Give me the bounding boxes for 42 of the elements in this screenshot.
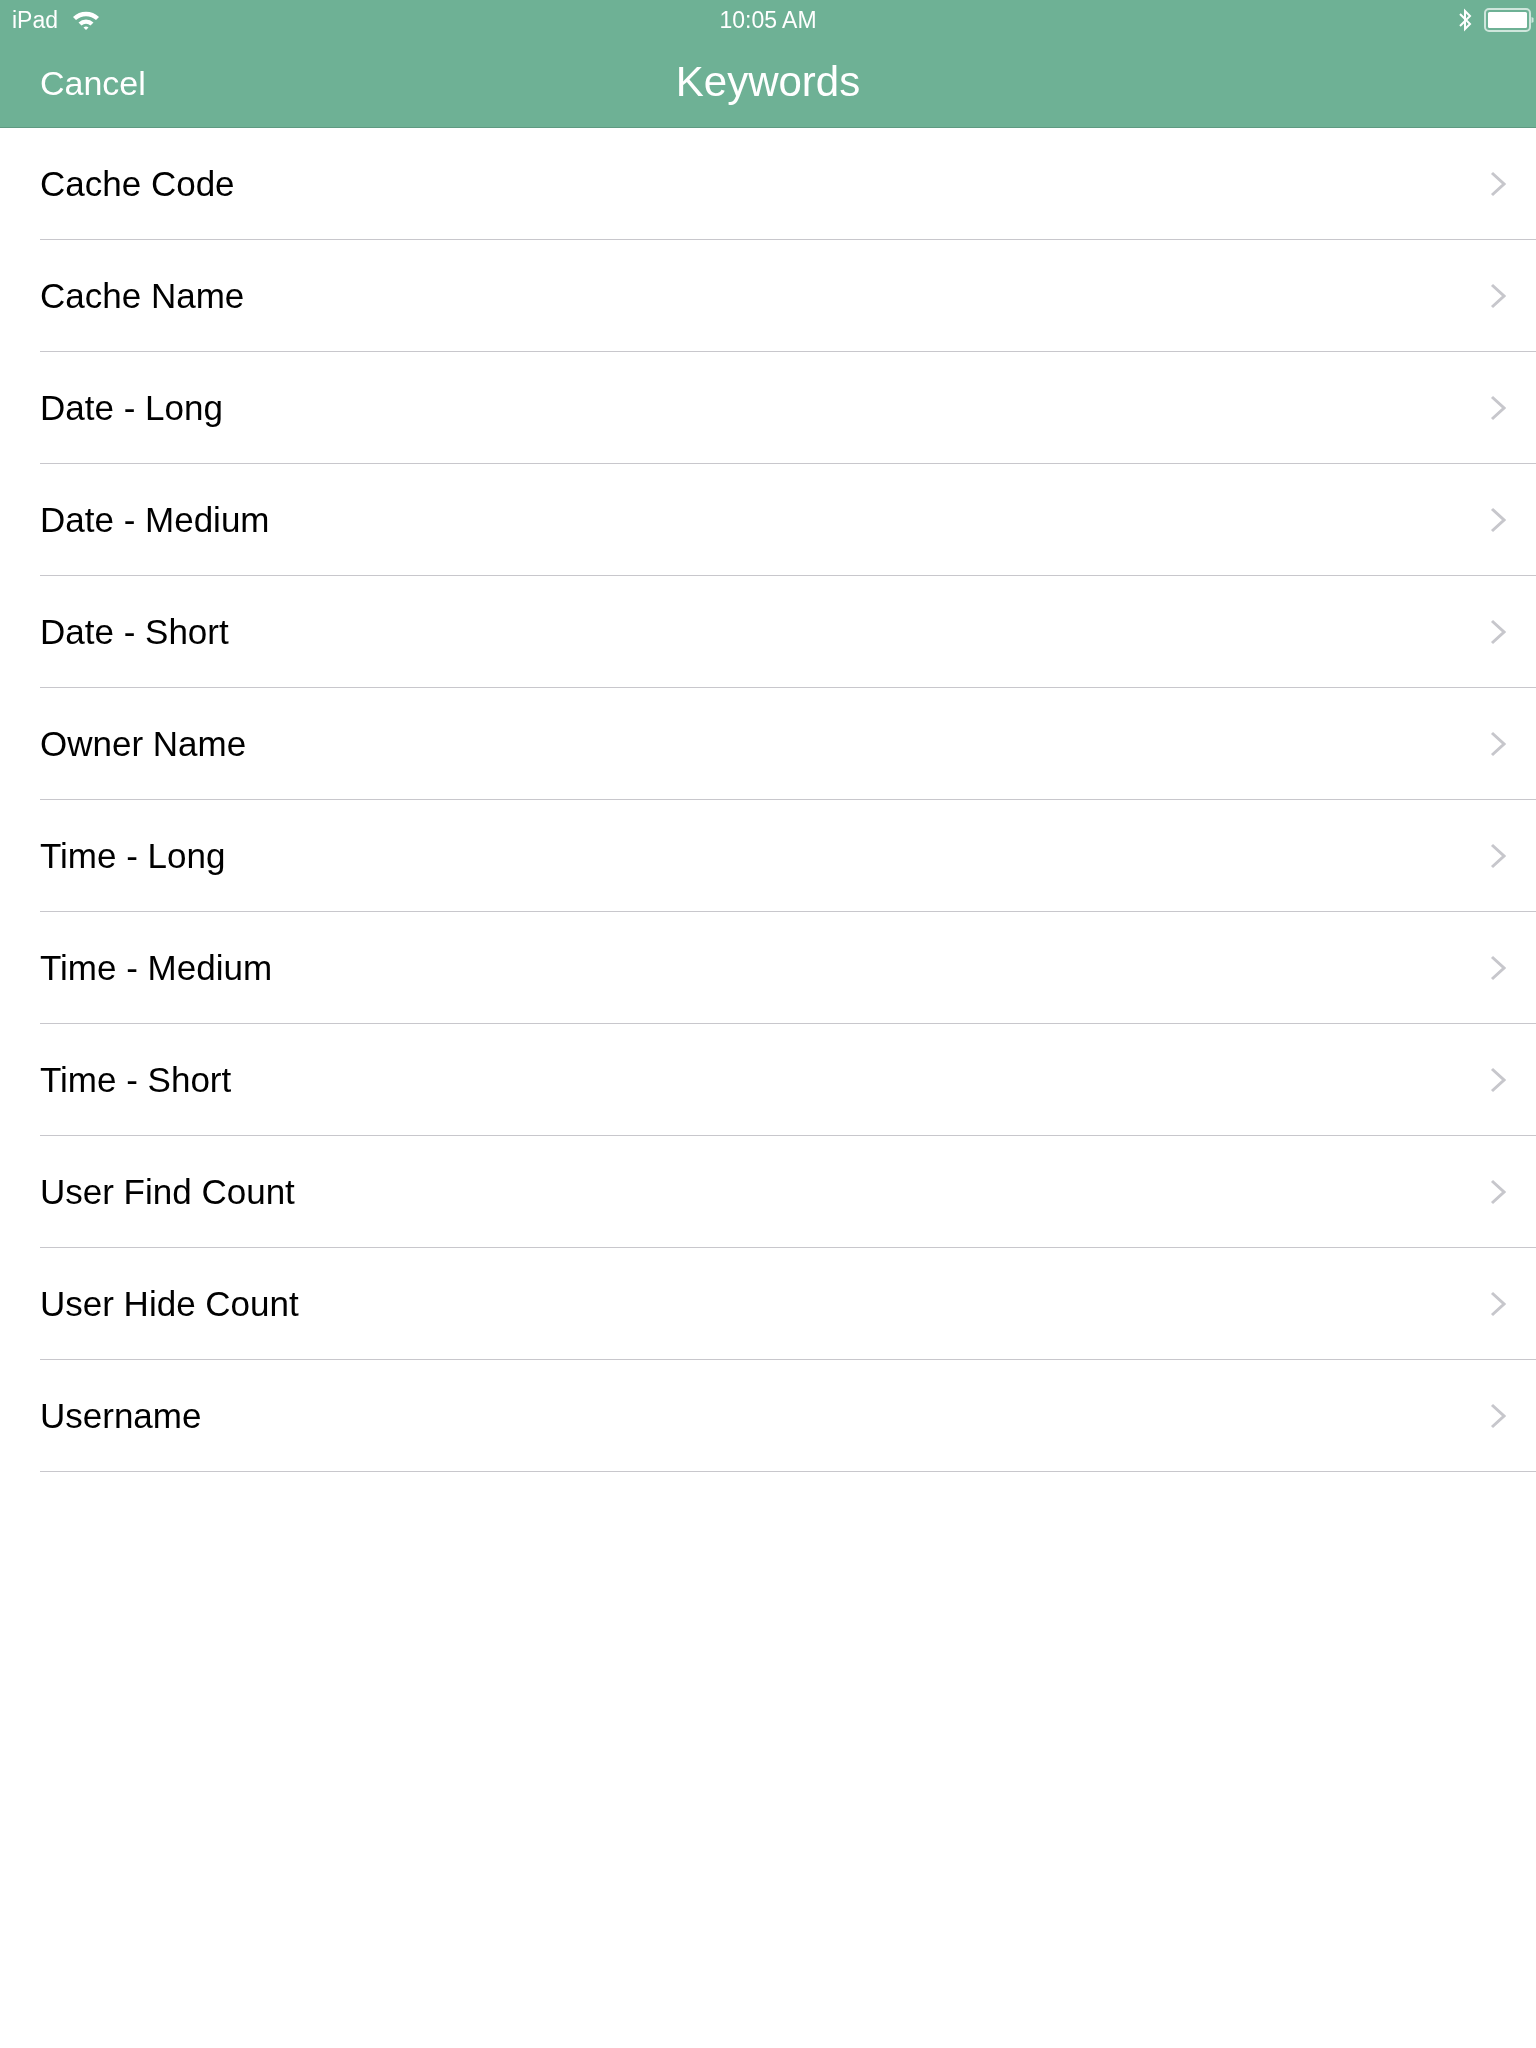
- page-title: Keywords: [675, 57, 861, 106]
- keyword-list-item[interactable]: Cache Code: [40, 128, 1536, 240]
- wifi-icon: [72, 10, 101, 30]
- keyword-label: Date - Long: [40, 387, 223, 428]
- keyword-label: User Hide Count: [40, 1283, 299, 1324]
- status-time: 10:05 AM: [719, 6, 817, 34]
- keyword-label: Date - Medium: [40, 499, 270, 540]
- keyword-list-item[interactable]: Date - Short: [40, 576, 1536, 688]
- keyword-list-item[interactable]: Owner Name: [40, 688, 1536, 800]
- chevron-right-icon: [1490, 954, 1506, 981]
- keyword-label: Date - Short: [40, 611, 229, 652]
- chevron-right-icon: [1490, 618, 1506, 645]
- keyword-list-item[interactable]: User Hide Count: [40, 1248, 1536, 1360]
- chevron-right-icon: [1490, 506, 1506, 533]
- keyword-label: Cache Code: [40, 163, 235, 204]
- chevron-right-icon: [1490, 1066, 1506, 1093]
- keyword-list-item[interactable]: Time - Medium: [40, 912, 1536, 1024]
- chevron-right-icon: [1490, 730, 1506, 757]
- chevron-right-icon: [1490, 1402, 1506, 1429]
- keyword-list-item[interactable]: Time - Long: [40, 800, 1536, 912]
- keyword-label: Owner Name: [40, 723, 247, 764]
- keyword-label: Time - Short: [40, 1059, 232, 1100]
- chevron-right-icon: [1490, 282, 1506, 309]
- keyword-label: Username: [40, 1395, 202, 1436]
- keyword-list-item[interactable]: Date - Medium: [40, 464, 1536, 576]
- keyword-label: Time - Medium: [40, 947, 273, 988]
- device-name: iPad: [12, 6, 59, 34]
- bluetooth-icon: [1458, 8, 1472, 32]
- chevron-right-icon: [1490, 1178, 1506, 1205]
- keyword-list-item[interactable]: Cache Name: [40, 240, 1536, 352]
- chevron-right-icon: [1490, 1290, 1506, 1317]
- keyword-list-item[interactable]: Date - Long: [40, 352, 1536, 464]
- battery-icon: [1484, 8, 1534, 32]
- keyword-label: Cache Name: [40, 275, 245, 316]
- keyword-list-item[interactable]: Username: [40, 1360, 1536, 1472]
- keyword-list-item[interactable]: Time - Short: [40, 1024, 1536, 1136]
- keyword-label: Time - Long: [40, 835, 226, 876]
- chevron-right-icon: [1490, 170, 1506, 197]
- chevron-right-icon: [1490, 842, 1506, 869]
- chevron-right-icon: [1490, 394, 1506, 421]
- keyword-label: User Find Count: [40, 1171, 295, 1212]
- keyword-list-item[interactable]: User Find Count: [40, 1136, 1536, 1248]
